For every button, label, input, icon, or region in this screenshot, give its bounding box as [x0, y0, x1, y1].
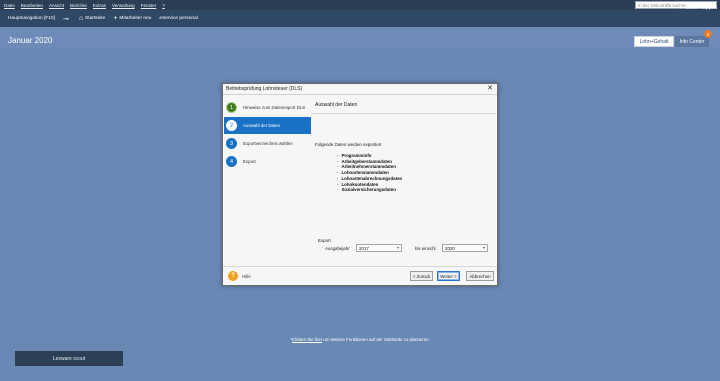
- year-to-value: 2020: [445, 245, 455, 251]
- step-exportverzeichnis[interactable]: 3 Exportverzeichnis wählen: [224, 135, 311, 152]
- help-icon[interactable]: ?: [228, 271, 238, 281]
- menu-datei[interactable]: Datei: [4, 3, 15, 8]
- dialog-footer: ? Hilfe < Zurück Weiter > Abbrechen: [223, 266, 497, 285]
- dialog-title: Betriebsprüfung Lohnsteuer (DLS): [226, 86, 303, 92]
- chevron-down-icon: ▾: [396, 245, 399, 250]
- year-from-value: 2017: [359, 245, 369, 251]
- next-button[interactable]: Weiter >: [437, 271, 460, 281]
- tab-info-center[interactable]: Info Center: [675, 36, 709, 47]
- year-from-select[interactable]: 2017 ▾: [356, 244, 402, 252]
- menu-help[interactable]: ?: [162, 3, 165, 8]
- hint-text: um weitere Funktionen auf der Startseite…: [322, 337, 430, 342]
- mitarbeiter-neu-label: Mitarbeiter neu: [119, 16, 152, 21]
- toolbar: Hauptnavigation [F10] ⊸ ⌂ Startseite + Mit…: [0, 10, 720, 27]
- menu-berichte[interactable]: Berichte: [70, 3, 87, 8]
- pin-icon: ⊸: [62, 15, 69, 23]
- step-label: Exportverzeichnis wählen: [243, 141, 293, 146]
- year-to-label: bis einschl.: [415, 246, 437, 251]
- step-hinweise[interactable]: 1 Hinweise zum Datenexport DLS: [224, 99, 311, 116]
- step-number: 1: [226, 102, 237, 113]
- export-label: Export: [318, 238, 331, 243]
- hint-link[interactable]: Klicken Sie hier: [292, 337, 322, 342]
- divider: [223, 94, 497, 95]
- home-icon: ⌂: [78, 15, 84, 22]
- content-title: Auswahl der Daten: [315, 102, 358, 108]
- menu-extras[interactable]: Extras: [93, 3, 106, 8]
- step-label: Export: [243, 159, 256, 164]
- step-number: 4: [226, 156, 237, 167]
- menu-bar: Datei Bearbeiten Ansicht Berichte Extras…: [0, 0, 720, 10]
- eservice-label: eService personal: [159, 16, 198, 21]
- data-list: Programminfo Arbeitgeberstammdaten Arbei…: [337, 153, 402, 193]
- list-item: Sozialversicherungsdaten: [337, 187, 402, 193]
- step-label: Auswahl der Daten: [243, 123, 281, 128]
- menu-bearbeiten[interactable]: Bearbeiten: [21, 3, 43, 8]
- hauptnavigation-button[interactable]: Hauptnavigation [F10]: [8, 16, 55, 21]
- wizard-steps: 1 Hinweise zum Datenexport DLS 2 Auswahl…: [224, 96, 311, 266]
- startseite-hint: *Klicken Sie hier um weitere Funktionen …: [0, 337, 720, 342]
- mitarbeiter-neu-button[interactable]: + Mitarbeiter neu: [113, 15, 151, 22]
- notification-badge: 4: [704, 30, 712, 38]
- lexware-scout-button[interactable]: Lexware scout: [15, 351, 123, 366]
- step-number: 2: [226, 120, 237, 131]
- step-export[interactable]: 4 Export: [224, 153, 311, 170]
- help-label[interactable]: Hilfe: [242, 274, 251, 279]
- menu-verwaltung[interactable]: Verwaltung: [112, 3, 135, 8]
- online-support-label: Online Support: [685, 5, 717, 11]
- hauptnavigation-label: Hauptnavigation [F10]: [8, 16, 55, 21]
- menu-ansicht[interactable]: Ansicht: [49, 3, 64, 8]
- divider: [311, 113, 496, 114]
- wizard-content: Auswahl der Daten Folgende Daten werden …: [311, 96, 496, 266]
- startseite-button[interactable]: ⌂ Startseite: [79, 15, 106, 22]
- page-header: [0, 27, 720, 49]
- month-title: Januar 2020: [8, 36, 53, 45]
- online-support-button[interactable]: ◌ Online Support: [679, 5, 717, 11]
- intro-text: Folgende Daten werden exportiert: [315, 142, 382, 147]
- year-from-label: Ausgabejahr: [325, 246, 350, 251]
- list-item: Lohnartenabrechnungsdaten: [337, 176, 402, 182]
- bulb-icon: ◌: [679, 5, 683, 11]
- startseite-label: Startseite: [85, 16, 106, 21]
- dls-dialog: Betriebsprüfung Lohnsteuer (DLS) ✕ 1 Hin…: [222, 83, 498, 286]
- back-button[interactable]: < Zurück: [410, 271, 433, 281]
- menu-fenster[interactable]: Fenster: [141, 3, 157, 8]
- step-auswahl[interactable]: 2 Auswahl der Daten: [224, 117, 311, 134]
- tab-lohn-gehalt[interactable]: Lohn+Gehalt: [634, 36, 674, 47]
- plus-icon: +: [113, 15, 118, 22]
- cancel-button[interactable]: Abbrechen: [466, 271, 494, 281]
- step-number: 3: [226, 138, 237, 149]
- chevron-down-icon: ▾: [482, 245, 485, 250]
- year-to-select[interactable]: 2020 ▾: [442, 244, 488, 252]
- pin-button[interactable]: ⊸: [63, 15, 71, 23]
- close-icon[interactable]: ✕: [487, 84, 493, 92]
- eservice-button[interactable]: eService personal: [159, 16, 197, 21]
- step-label: Hinweise zum Datenexport DLS: [243, 105, 306, 110]
